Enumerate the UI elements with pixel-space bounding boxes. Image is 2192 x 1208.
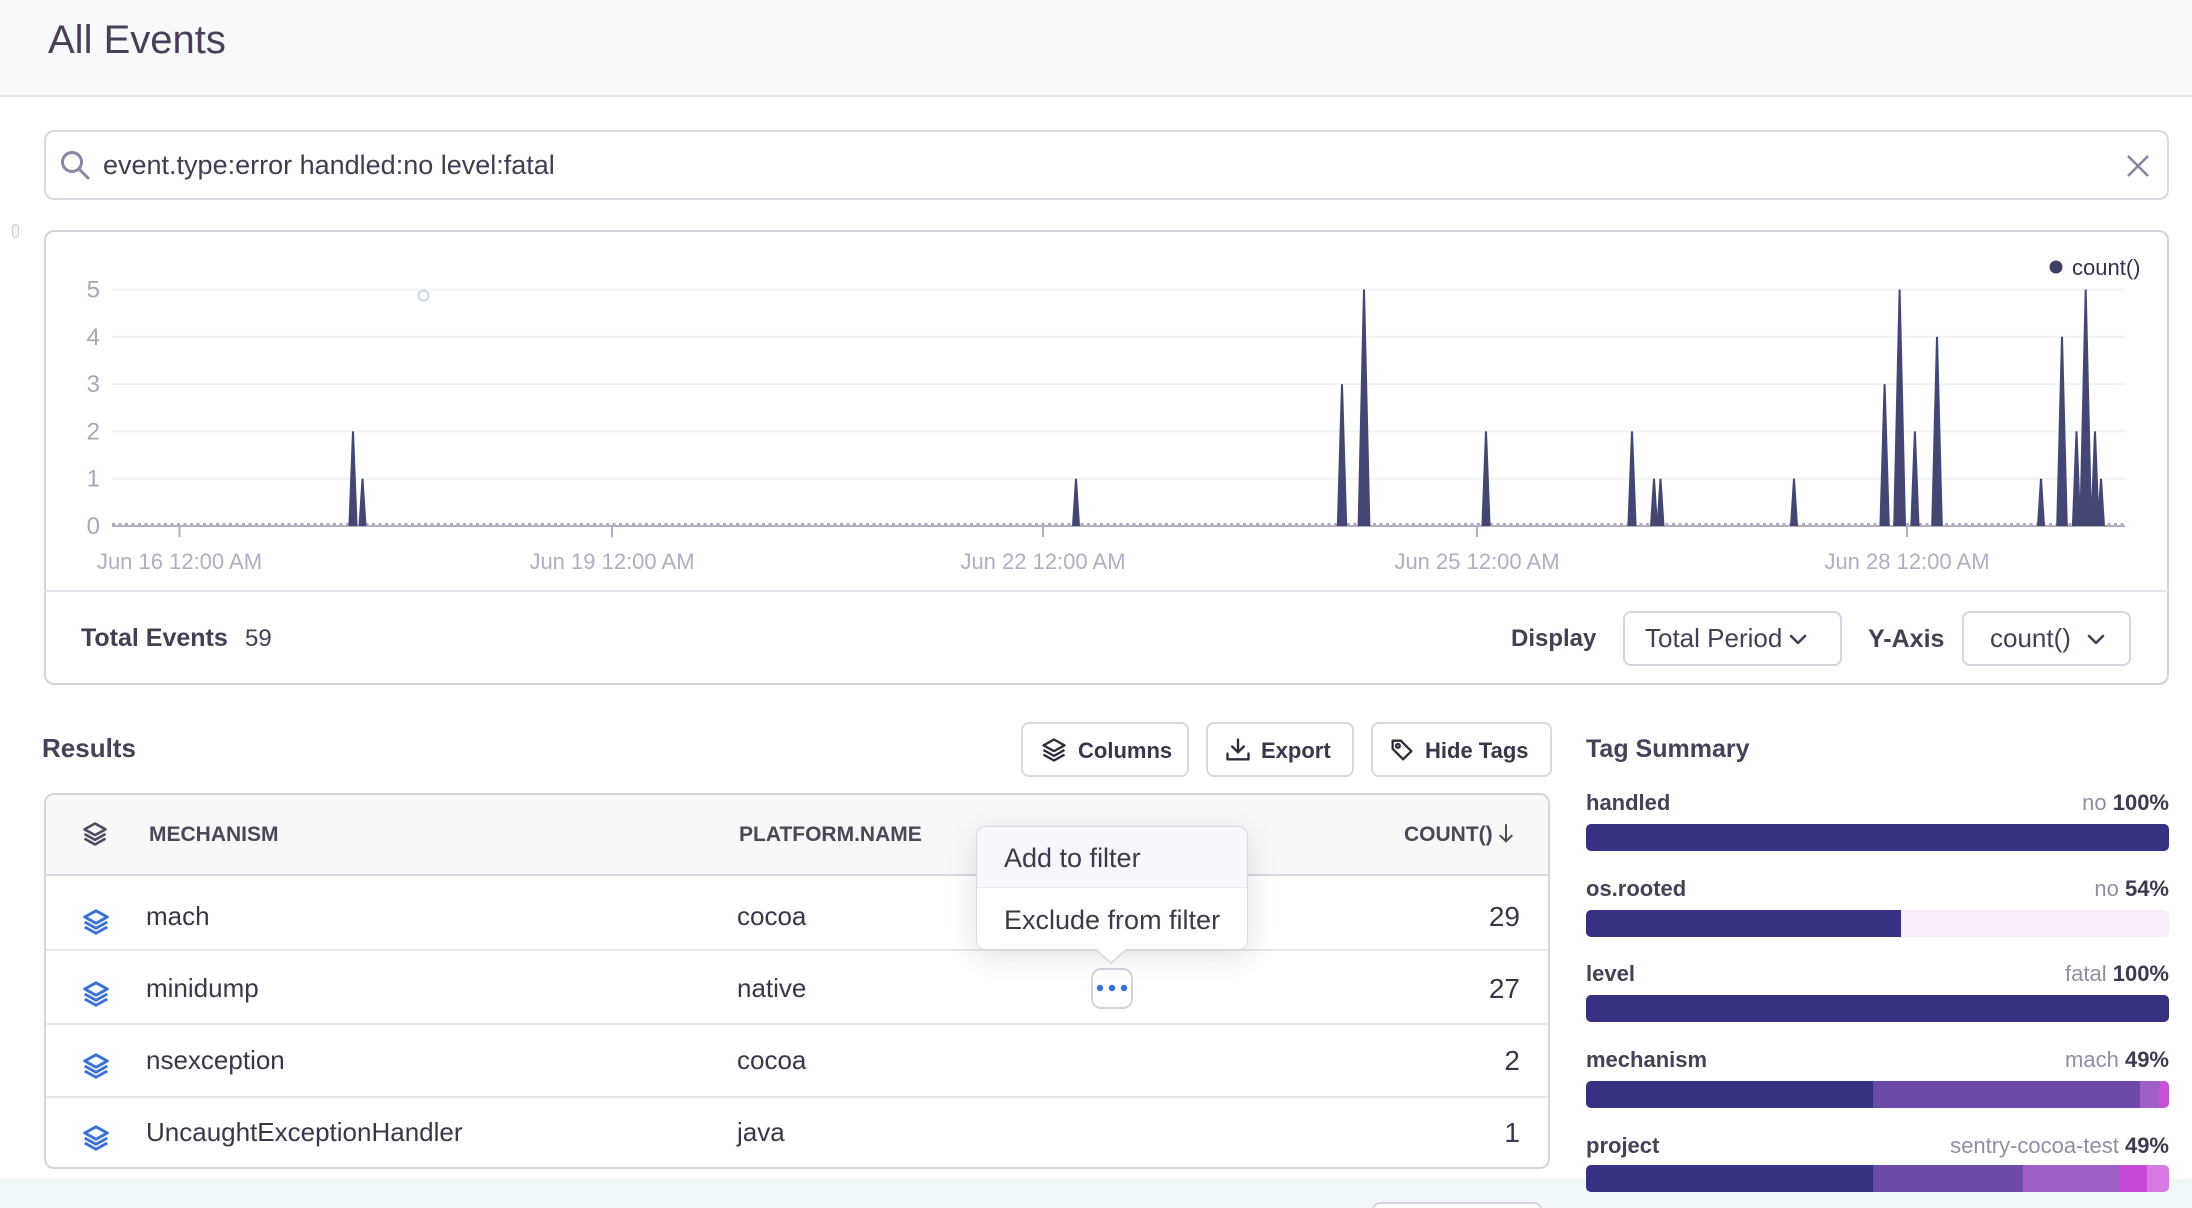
svg-text:4: 4: [87, 324, 100, 351]
svg-text:1: 1: [87, 466, 100, 493]
svg-text:2: 2: [87, 418, 100, 445]
svg-text:Jun 28 12:00 AM: Jun 28 12:00 AM: [1824, 549, 1989, 574]
svg-text:Jun 16 12:00 AM: Jun 16 12:00 AM: [97, 549, 262, 574]
svg-text:Jun 22 12:00 AM: Jun 22 12:00 AM: [960, 549, 1125, 574]
svg-text:3: 3: [87, 371, 100, 398]
svg-text:5: 5: [87, 277, 100, 304]
svg-text:Jun 25 12:00 AM: Jun 25 12:00 AM: [1394, 549, 1559, 574]
svg-text:0: 0: [87, 513, 100, 540]
svg-text:Jun 19 12:00 AM: Jun 19 12:00 AM: [529, 549, 694, 574]
svg-text:count(): count(): [2072, 255, 2140, 280]
